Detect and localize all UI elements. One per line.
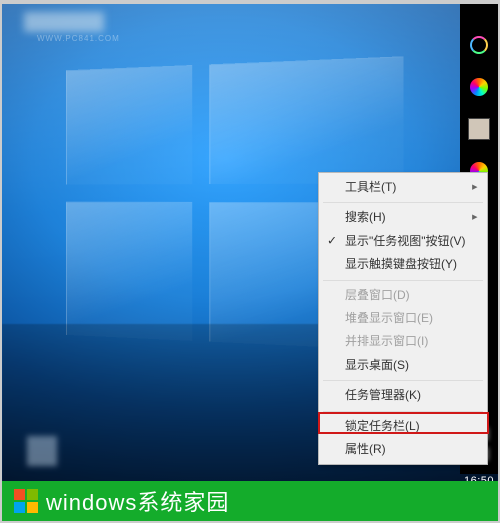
menu-separator — [323, 280, 483, 281]
color-wheel-icon[interactable] — [468, 76, 490, 98]
menu-label: 任务管理器(K) — [345, 387, 421, 404]
menu-label: 堆叠显示窗口(E) — [345, 310, 433, 327]
menu-show-taskview[interactable]: 显示"任务视图"按钮(V) — [321, 230, 485, 253]
color-ring-icon[interactable] — [468, 34, 490, 56]
footer-bar: windows系统家园 — [2, 481, 498, 521]
menu-sidebyside: 并排显示窗口(I) — [321, 330, 485, 353]
menu-show-desktop[interactable]: 显示桌面(S) — [321, 354, 485, 377]
menu-label: 显示触摸键盘按钮(Y) — [345, 256, 457, 273]
menu-properties[interactable]: 属性(R) — [321, 438, 485, 461]
watermark-blur — [24, 12, 104, 32]
menu-separator — [323, 380, 483, 381]
menu-separator — [323, 411, 483, 412]
menu-label: 并排显示窗口(I) — [345, 333, 428, 350]
menu-label: 显示桌面(S) — [345, 357, 409, 374]
taskbar-context-menu: 工具栏(T) 搜索(H) 显示"任务视图"按钮(V) 显示触摸键盘按钮(Y) 层… — [318, 172, 488, 465]
menu-label: 搜索(H) — [345, 209, 386, 226]
menu-cascade: 层叠窗口(D) — [321, 284, 485, 307]
menu-stacked: 堆叠显示窗口(E) — [321, 307, 485, 330]
menu-separator — [323, 202, 483, 203]
windows-square-logo — [14, 489, 38, 513]
desktop-icon-blur — [27, 436, 57, 466]
menu-lock-taskbar[interactable]: 锁定任务栏(L) — [321, 415, 485, 438]
menu-label: 工具栏(T) — [345, 179, 396, 196]
menu-label: 属性(R) — [345, 441, 386, 458]
menu-task-manager[interactable]: 任务管理器(K) — [321, 384, 485, 407]
menu-label: 层叠窗口(D) — [345, 287, 410, 304]
footer-text: windows系统家园 — [46, 485, 229, 517]
avatar-icon[interactable] — [468, 118, 490, 140]
menu-label: 锁定任务栏(L) — [345, 418, 420, 435]
menu-label: 显示"任务视图"按钮(V) — [345, 233, 466, 250]
menu-toolbars[interactable]: 工具栏(T) — [321, 176, 485, 199]
menu-search[interactable]: 搜索(H) — [321, 206, 485, 229]
menu-show-touchkb[interactable]: 显示触摸键盘按钮(Y) — [321, 253, 485, 276]
watermark-url: WWW.PC841.COM — [37, 34, 120, 43]
